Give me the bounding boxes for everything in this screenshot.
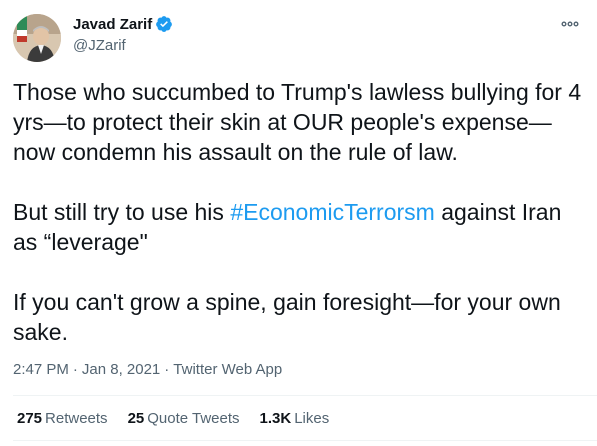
author-handle[interactable]: @JZarif (73, 37, 173, 54)
more-options-button[interactable] (555, 14, 585, 34)
quote-tweets-label: Quote Tweets (147, 410, 240, 427)
hashtag-link[interactable]: #EconomicTerrorsm (230, 199, 435, 225)
tweet-date[interactable]: Jan 8, 2021 (82, 361, 160, 378)
avatar-photo (13, 14, 61, 62)
likes-count: 1.3K (259, 410, 292, 427)
quote-tweets-stat[interactable]: 25 Quote Tweets (128, 410, 240, 427)
meta-separator: · (72, 361, 78, 378)
retweets-stat[interactable]: 275 Retweets (17, 410, 108, 427)
divider (13, 395, 597, 396)
retweets-label: Retweets (45, 410, 108, 427)
author-info: Javad Zarif @JZarif (73, 14, 173, 54)
tweet-time[interactable]: 2:47 PM (13, 361, 69, 378)
tweet-text: Those who succumbed to Trump's lawless b… (13, 77, 585, 377)
tweet-paragraph-1: Those who succumbed to Trump's lawless b… (13, 79, 582, 165)
tweet-paragraph-3: If you can't grow a spine, gain foresigh… (13, 289, 561, 345)
name-row: Javad Zarif (73, 14, 173, 34)
quote-tweets-count: 25 (127, 410, 145, 427)
more-options-icon (561, 21, 579, 27)
author-display-name[interactable]: Javad Zarif (73, 16, 152, 33)
likes-stat[interactable]: 1.3K Likes (260, 410, 330, 427)
avatar[interactable] (13, 14, 61, 62)
tweet-paragraph-2: But still try to use his #EconomicTerror… (13, 197, 585, 257)
tweet-stats: 275 Retweets 25 Quote Tweets 1.3K Likes (17, 410, 329, 427)
divider (13, 440, 597, 441)
retweets-count: 275 (17, 410, 43, 427)
verified-badge-icon (156, 16, 173, 32)
likes-label: Likes (294, 410, 330, 427)
tweet-paragraph-2-start: But still try to use his (13, 199, 231, 225)
tweet-meta: 2:47 PM · Jan 8, 2021 · Twitter Web App (13, 361, 282, 378)
meta-separator: · (164, 361, 170, 378)
tweet-card: Javad Zarif @JZarif Those who succumbed … (0, 0, 597, 446)
tweet-source[interactable]: Twitter Web App (173, 361, 282, 378)
